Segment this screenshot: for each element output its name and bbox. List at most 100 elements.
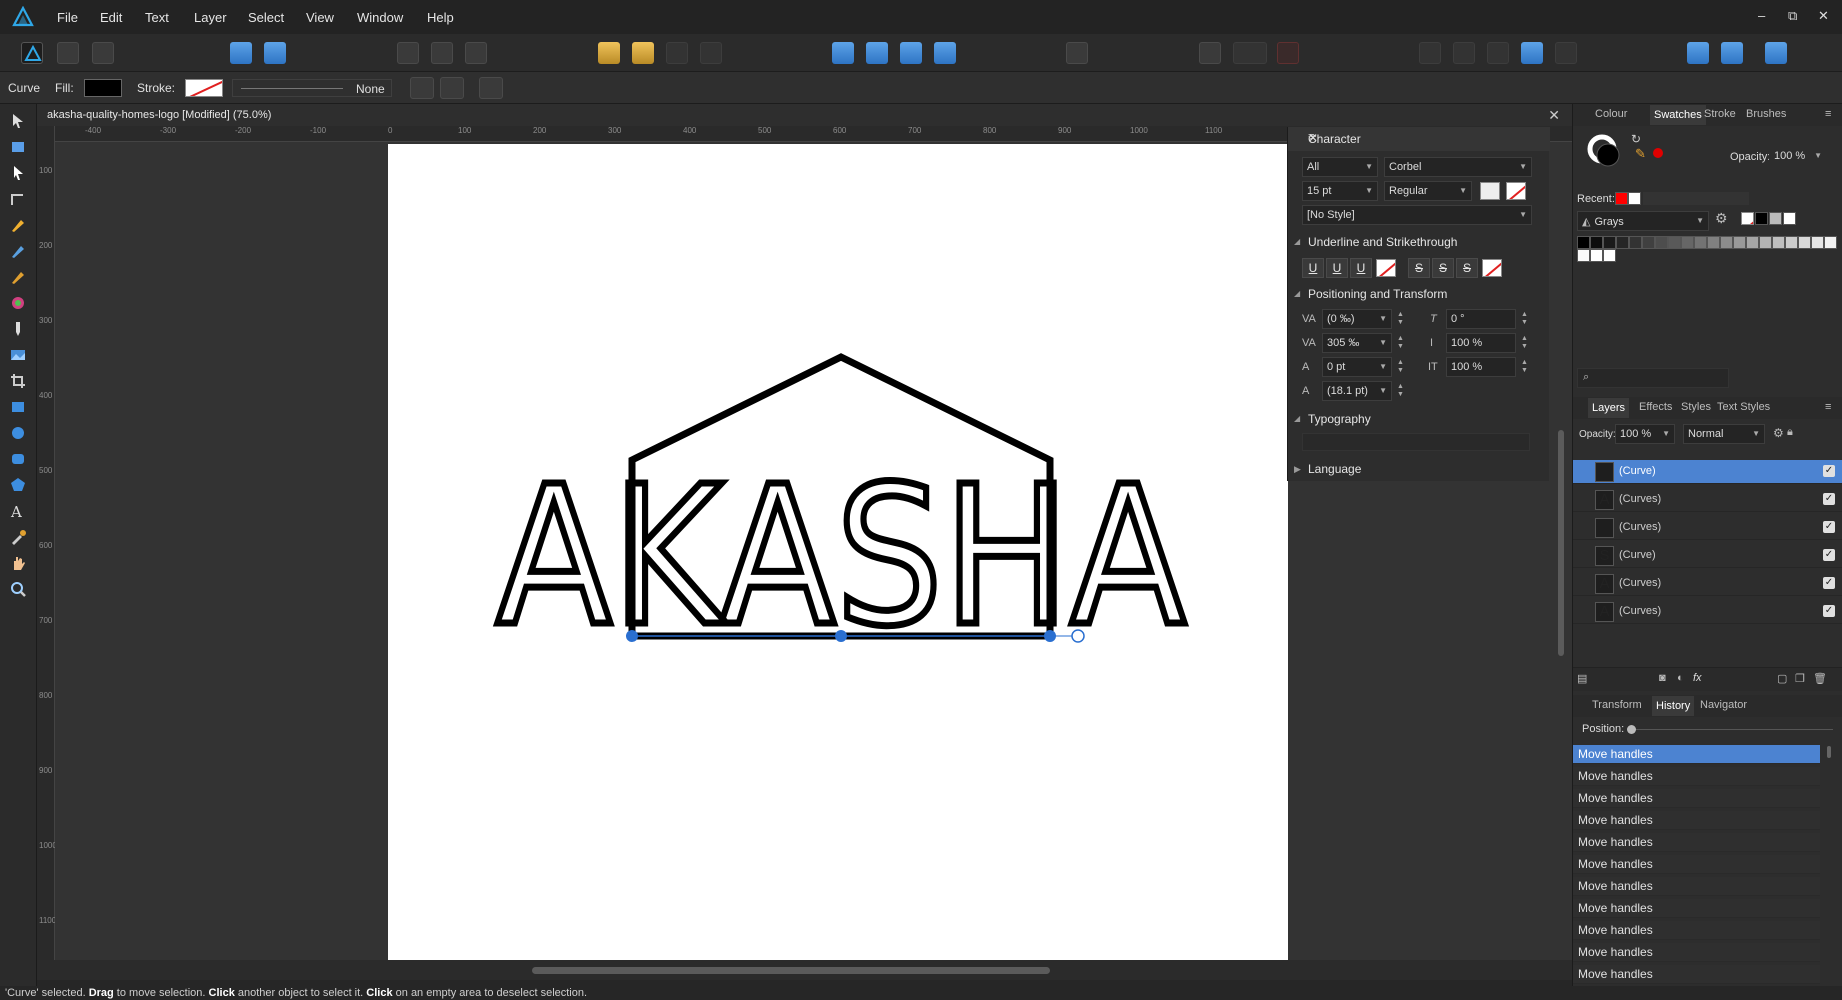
gray-palette-swatch[interactable] (1785, 236, 1798, 249)
insert-inside-button[interactable] (1687, 42, 1709, 64)
restore-button[interactable]: ⧉ (1788, 8, 1797, 24)
gray-palette-swatch[interactable] (1824, 236, 1837, 249)
fx-icon[interactable]: fx (1693, 672, 1702, 684)
geometry-button[interactable] (1233, 42, 1267, 64)
layer-row[interactable]: (Curves) ✓ (1573, 516, 1842, 540)
text-stroke-swatch[interactable] (1506, 182, 1526, 200)
pencil-tool-icon[interactable] (9, 242, 27, 260)
history-position-slider[interactable] (1627, 725, 1636, 734)
fill-tool-icon[interactable] (9, 294, 27, 312)
add-layer-icon[interactable]: ▢ (1777, 672, 1787, 685)
horizontal-scale-field[interactable]: 100 % (1446, 357, 1516, 377)
fill-stroke-selector-icon[interactable] (1585, 132, 1625, 172)
align-button[interactable] (1066, 42, 1088, 64)
swap-colors-icon[interactable]: ↻ (1631, 132, 1641, 146)
kerning-field[interactable]: (0 ‰) ▼ (1322, 309, 1392, 329)
eyedropper-icon[interactable]: ✎ (1635, 146, 1646, 162)
close-icon[interactable]: ✕ (1308, 131, 1542, 145)
vertical-scroll-thumb[interactable] (1558, 430, 1564, 656)
fill-swatch[interactable] (84, 79, 122, 97)
stroke-style-selector[interactable]: None (232, 79, 392, 97)
history-entry[interactable]: Move handles (1573, 965, 1820, 984)
gray-palette-swatch[interactable] (1772, 236, 1785, 249)
layer-visibility-checkbox[interactable]: ✓ (1823, 549, 1835, 561)
curve-node[interactable] (835, 630, 847, 642)
gray-palette-swatch[interactable] (1590, 236, 1603, 249)
isolate-button[interactable] (397, 42, 419, 64)
menu-window[interactable]: Window (357, 10, 403, 25)
gray-palette-swatch[interactable] (1590, 249, 1603, 262)
underline-double-button[interactable]: U (1326, 258, 1348, 278)
tracking-field[interactable]: 305 ‰ ▼ (1322, 333, 1392, 353)
minimize-button[interactable]: – (1758, 8, 1765, 23)
place-image-tool-icon[interactable] (9, 346, 27, 364)
menu-layer[interactable]: Layer (194, 10, 227, 25)
palette-options-icon[interactable]: ⚙ (1715, 210, 1728, 227)
snap-grid-button[interactable] (1199, 42, 1221, 64)
strikethrough-color-swatch[interactable] (1482, 259, 1502, 277)
history-entry[interactable]: Move handles (1573, 767, 1820, 786)
history-entry[interactable]: Move handles (1573, 877, 1820, 896)
transform-origin-button[interactable] (465, 42, 487, 64)
pen-tool-icon[interactable] (9, 216, 27, 234)
assistant-button[interactable] (230, 42, 252, 64)
gray-palette-swatch[interactable] (1733, 236, 1746, 249)
menu-file[interactable]: File (57, 10, 78, 25)
history-entry[interactable]: Move handles (1573, 811, 1820, 830)
ellipse-tool-icon[interactable] (9, 424, 27, 442)
add-shape-button[interactable] (1419, 42, 1441, 64)
text-fill-swatch[interactable] (1480, 182, 1500, 200)
tab-colour[interactable]: Colour (1595, 108, 1627, 120)
rounded-rectangle-tool-icon[interactable] (9, 450, 27, 468)
gray-palette-swatch[interactable] (1811, 236, 1824, 249)
crop-tool-icon[interactable] (9, 372, 27, 390)
language-section-header[interactable]: ▶ Language (1288, 457, 1550, 481)
export-persona-button[interactable] (92, 42, 114, 64)
trash-icon[interactable]: 🗑︎ (1813, 672, 1827, 685)
close-window-button[interactable]: ✕ (1818, 8, 1829, 24)
history-entry[interactable]: Move handles (1573, 833, 1820, 852)
layer-row[interactable]: A (Curves) ✓ (1573, 572, 1842, 596)
baseline-field[interactable]: 0 pt ▼ (1322, 357, 1392, 377)
curve-node[interactable] (626, 630, 638, 642)
black-swatch[interactable] (1755, 212, 1768, 225)
transform-origin-toggle[interactable] (410, 77, 434, 99)
horizontal-scrollbar[interactable] (37, 960, 1572, 980)
tab-text-styles[interactable]: Text Styles (1717, 401, 1770, 413)
shear-stepper[interactable]: ▲ ▼ (1521, 311, 1528, 327)
vertical-scale-field[interactable]: 100 % (1446, 333, 1516, 353)
layers-opacity-field[interactable]: 100 % ▼ (1615, 424, 1675, 444)
close-document-button[interactable]: ✕ (1548, 107, 1560, 124)
pixel-persona-button[interactable] (57, 42, 79, 64)
tab-brushes[interactable]: Brushes (1746, 108, 1786, 120)
gray-palette-swatch[interactable] (1616, 236, 1629, 249)
tab-navigator[interactable]: Navigator (1700, 699, 1747, 711)
history-entry[interactable]: Move handles (1573, 921, 1820, 940)
typography-section-header[interactable]: ◢ Typography (1288, 407, 1550, 431)
insert-behind-button[interactable] (1721, 42, 1743, 64)
character-panel-header[interactable]: Character ≡ ✕ (1288, 127, 1550, 151)
strikethrough-double-button[interactable]: S (1432, 258, 1454, 278)
history-entry[interactable]: Move handles (1573, 943, 1820, 962)
document-tab[interactable]: akasha-quality-homes-logo [Modified] (75… (37, 104, 1572, 126)
move-tool-icon[interactable] (9, 112, 27, 130)
character-style-dropdown[interactable]: [No Style] ▼ (1302, 205, 1532, 225)
history-position-track[interactable] (1633, 729, 1833, 730)
tracking-stepper[interactable]: ▲ ▼ (1397, 335, 1404, 351)
menu-text[interactable]: Text (145, 10, 169, 25)
shear-field[interactable]: 0 ° (1446, 309, 1516, 329)
panel-menu-icon[interactable]: ≡ (1825, 108, 1831, 120)
history-entry[interactable]: Move handles (1573, 789, 1820, 808)
gray-palette-swatch[interactable] (1746, 236, 1759, 249)
menu-view[interactable]: View (306, 10, 334, 25)
flip-horizontal-button[interactable] (832, 42, 854, 64)
gray-palette-swatch[interactable] (1681, 236, 1694, 249)
artboard[interactable]: AKASHA (388, 144, 1288, 960)
tab-history[interactable]: History (1652, 696, 1695, 716)
horizontal-scale-stepper[interactable]: ▲ ▼ (1521, 359, 1528, 375)
typography-buttons-row[interactable] (1302, 433, 1530, 451)
rotate-anticlockwise-button[interactable] (900, 42, 922, 64)
tab-styles[interactable]: Styles (1681, 401, 1711, 413)
tab-stroke[interactable]: Stroke (1704, 108, 1736, 120)
move-to-back-button[interactable] (598, 42, 620, 64)
